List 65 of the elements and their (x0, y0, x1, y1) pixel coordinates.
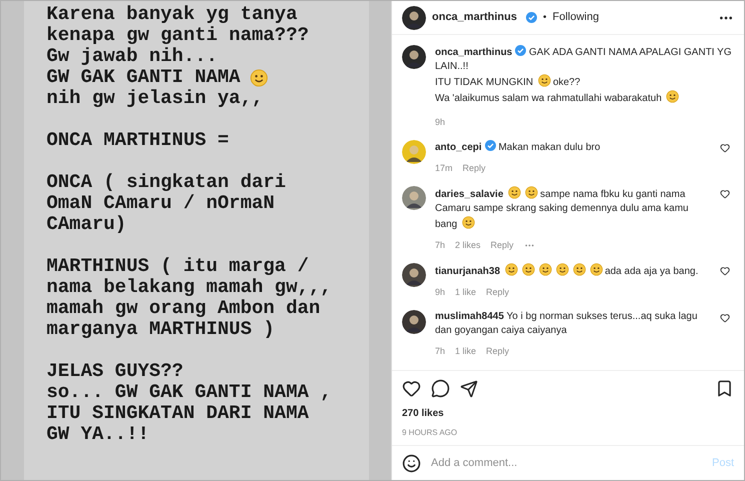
comment-text: daries_salavie sampe nama fbku ku ganti nama Camaru sampe skrang saking demennya dulu ama kamu bang (435, 186, 711, 232)
emoji-icon (525, 186, 538, 199)
avatar[interactable] (402, 45, 426, 69)
story-text: GW YA..!! (46, 424, 150, 445)
avatar[interactable] (402, 263, 426, 287)
story-text: ITU SINGKATAN DARI NAMA (46, 403, 309, 424)
story-text: ONCA ( singkatan dari (46, 172, 286, 193)
comment-text: muslimah8445 Yo i bg norman sukses terus...aq suka lagu dan goyangan caiya caiyanya (435, 310, 698, 338)
like-icon[interactable] (720, 266, 730, 276)
emoji-icon (522, 263, 535, 276)
comment-text: tianurjanah38 ada ada aja ya bang. (435, 263, 711, 279)
emoji-icon (508, 186, 522, 199)
emoji-icon (666, 90, 680, 103)
emoji-icon[interactable] (402, 454, 421, 472)
avatar[interactable] (402, 310, 426, 334)
comment-text: anto_cepi Makan makan dulu bro (435, 140, 602, 155)
likes-count[interactable]: 270 likes (402, 406, 734, 421)
story-text: nama belakang mamah gw,,, (46, 277, 332, 298)
emoji-icon (538, 74, 551, 87)
like-icon[interactable] (720, 143, 730, 153)
story-text: nih gw jelasin ya,, (46, 88, 264, 109)
avatar[interactable] (402, 186, 426, 210)
story-text: marganya MARTHINUS ) (46, 319, 275, 340)
reply-link[interactable]: Reply (462, 161, 486, 175)
reply-link[interactable]: Reply (490, 238, 514, 252)
avatar[interactable] (402, 6, 426, 30)
story-text: MARTHINUS ( itu marga / (46, 256, 309, 277)
emoji-icon (590, 263, 603, 276)
share-icon[interactable] (460, 380, 478, 398)
avatar[interactable] (402, 140, 426, 164)
separator-text: • (542, 11, 546, 25)
caption-text: onca_marthinus GAK ADA GANTI NAMA APALAGI GANTI YG LAIN..!! ITU TIDAK MUNGKIN oke?? Wa 'alaikumus salam wa rahmatullahi wabarakatuh (435, 45, 733, 106)
timestamp: 9h (435, 116, 446, 129)
story-text: OmaN CAmaru / nOrmaN (46, 193, 275, 214)
story-text: ONCA MARTHINUS = (46, 130, 229, 151)
emoji-icon (556, 263, 569, 276)
story-text: so... GW GAK GANTI NAMA , (46, 382, 332, 403)
like-icon[interactable] (402, 379, 421, 398)
post-time: 9 HOURS AGO (402, 427, 458, 439)
following-button[interactable]: Following (552, 9, 599, 26)
emoji-icon (462, 216, 476, 229)
reply-link[interactable]: Reply (486, 285, 510, 299)
story-text: kenapa gw ganti nama??? (46, 25, 309, 46)
story-text: Gw jawab nih... (46, 46, 218, 67)
emoji-icon (572, 263, 586, 276)
emoji-icon (504, 263, 518, 276)
like-icon[interactable] (720, 189, 730, 199)
story-text: mamah gw orang Ambon dan (46, 298, 320, 319)
emoji-icon (538, 263, 552, 276)
story-text: JELAS GUYS?? (46, 361, 184, 382)
timestamp: 17m (435, 162, 453, 175)
likes-link[interactable]: 1 like (455, 285, 476, 299)
bookmark-icon[interactable] (715, 379, 734, 398)
story-text: Karena banyak yg tanya (46, 4, 298, 25)
comment-icon[interactable] (431, 379, 450, 398)
story-text: GW GAK GANTI NAMA (46, 67, 240, 88)
reply-link[interactable]: Reply (486, 344, 510, 358)
timestamp: 9h (435, 286, 446, 299)
timestamp: 7h (435, 239, 446, 252)
username[interactable]: onca_marthinus (432, 9, 517, 26)
story-text: CAmaru) (46, 214, 126, 235)
likes-link[interactable]: 2 likes (455, 238, 481, 252)
like-icon[interactable] (720, 313, 730, 323)
timestamp: 7h (435, 345, 446, 358)
likes-link[interactable]: 1 like (455, 344, 476, 358)
